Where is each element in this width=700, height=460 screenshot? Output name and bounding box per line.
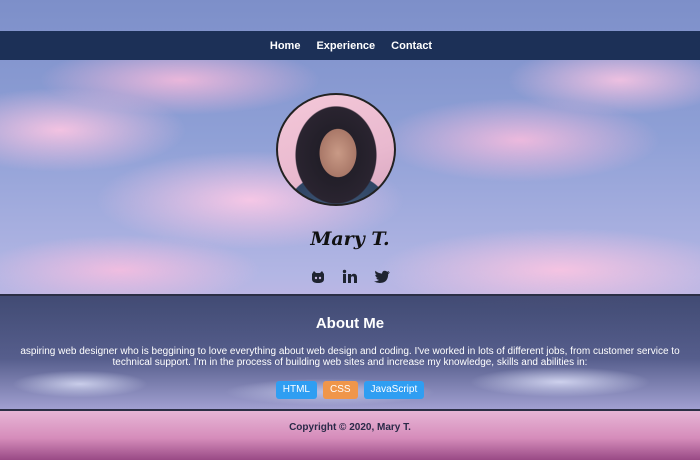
about-description: aspiring web designer who is beggining t… (0, 346, 700, 368)
top-nav: Home Experience Contact (0, 31, 700, 60)
linkedin-icon[interactable] (341, 268, 359, 286)
skill-tags: HTML CSS JavaScript (0, 381, 700, 399)
skill-tag-javascript: JavaScript (363, 381, 425, 399)
github-icon[interactable] (309, 268, 327, 286)
nav-link-home[interactable]: Home (268, 40, 301, 52)
about-line-1: aspiring web designer who is beggining t… (20, 346, 680, 357)
skill-tag-html: HTML (275, 381, 317, 399)
footer: Copyright © 2020, Mary T. (0, 411, 700, 460)
about-line-2: technical support. I'm in the process of… (112, 357, 588, 368)
profile-avatar (276, 93, 396, 206)
nav-link-experience[interactable]: Experience (314, 40, 375, 52)
social-links (0, 268, 700, 286)
nav-link-contact[interactable]: Contact (389, 40, 432, 52)
copyright-text: Copyright © 2020, Mary T. (289, 422, 411, 433)
profile-name: Mary T. (310, 228, 390, 250)
about-title: About Me (315, 315, 385, 332)
about-section: About Me aspiring web designer who is be… (0, 296, 700, 410)
hero-section: Mary T. (0, 60, 700, 294)
twitter-icon[interactable] (373, 268, 391, 286)
skill-tag-css: CSS (322, 381, 358, 399)
